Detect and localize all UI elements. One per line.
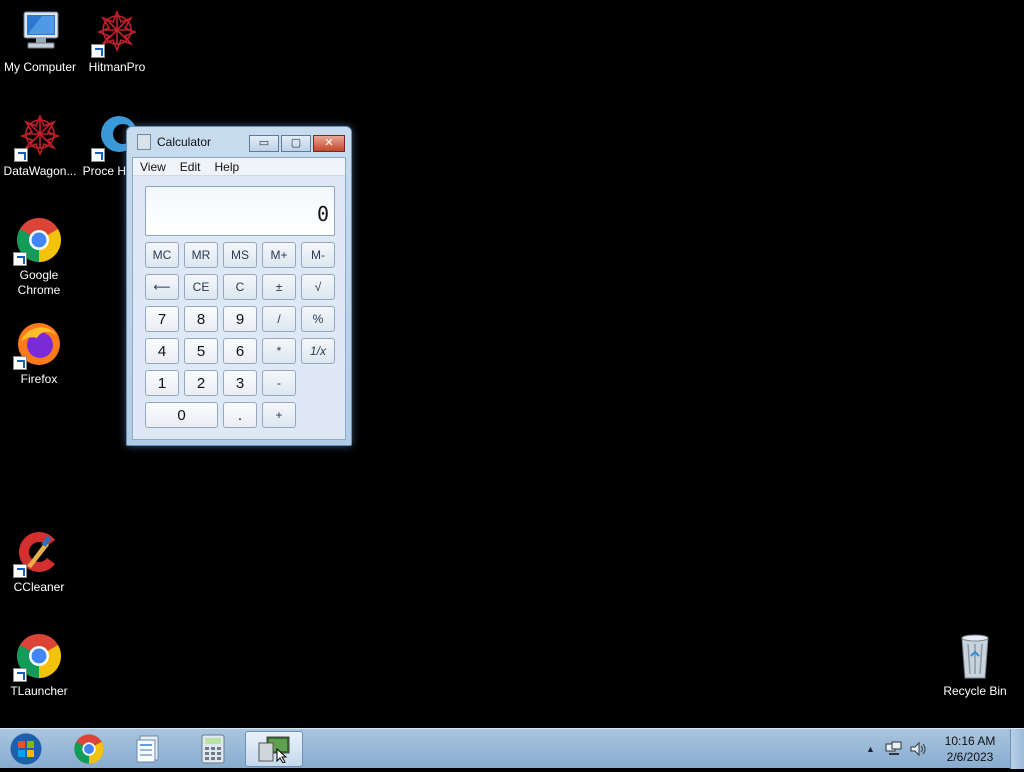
- shortcut-arrow-icon: [13, 668, 27, 682]
- plus-minus-button[interactable]: ±: [262, 274, 296, 300]
- recycle-bin-icon: [951, 632, 999, 680]
- desktop-icon-datawagon[interactable]: DataWagon...: [0, 112, 80, 179]
- desktop-icon-label: Google Chrome: [17, 268, 61, 297]
- clock[interactable]: 10:16 AM 2/6/2023: [940, 733, 1000, 765]
- taskbar-remote-desktop[interactable]: [245, 731, 303, 767]
- shortcut-arrow-icon: [91, 44, 105, 58]
- shortcut-arrow-icon: [14, 148, 28, 162]
- digit-9-button[interactable]: 9: [223, 306, 257, 332]
- shortcut-arrow-icon: [91, 148, 105, 162]
- window-controls: ▭ ▢ ✕: [247, 135, 345, 152]
- documents-icon: [136, 735, 159, 763]
- reciprocal-button[interactable]: 1/x: [301, 338, 335, 364]
- chrome-icon: [13, 632, 63, 682]
- desktop-icon-label: TLauncher: [10, 684, 68, 698]
- system-tray: ▲: [866, 729, 927, 769]
- chrome-icon: [13, 216, 63, 266]
- clock-date: 2/6/2023: [946, 750, 994, 764]
- computer-icon: [16, 8, 64, 56]
- divide-button[interactable]: /: [262, 306, 296, 332]
- windows-orb-icon: [9, 732, 43, 766]
- add-button[interactable]: +: [262, 402, 296, 428]
- display-value: 0: [316, 202, 329, 226]
- desktop-icon-label: My Computer: [3, 60, 77, 74]
- menu-bar: View Edit Help: [133, 158, 345, 176]
- menu-view[interactable]: View: [133, 158, 173, 175]
- desktop-icon-hitmanpro[interactable]: HitmanPro: [77, 8, 157, 75]
- calculator-app-icon: [137, 134, 151, 150]
- digit-3-button[interactable]: 3: [223, 370, 257, 396]
- digit-6-button[interactable]: 6: [223, 338, 257, 364]
- calculator-body: View Edit Help 0 MC MR MS M+ M- ⟵ CE C ±…: [132, 157, 346, 440]
- remote-desktop-icon: [258, 736, 290, 763]
- chrome-icon: [74, 734, 104, 764]
- sqrt-button[interactable]: √: [301, 274, 335, 300]
- m-plus-button[interactable]: M+: [262, 242, 296, 268]
- desktop-icon-firefox[interactable]: Firefox: [0, 320, 79, 387]
- desktop-icon-label: Firefox: [20, 372, 58, 386]
- percent-button[interactable]: %: [301, 306, 335, 332]
- m-minus-button[interactable]: M-: [301, 242, 335, 268]
- digit-5-button[interactable]: 5: [184, 338, 218, 364]
- shortcut-arrow-icon: [13, 252, 27, 266]
- datawagon-icon: [14, 112, 64, 162]
- desktop-icon-google-chrome[interactable]: Google Chrome: [0, 216, 79, 298]
- clear-button[interactable]: C: [223, 274, 257, 300]
- hitmanpro-icon: [91, 8, 141, 58]
- digit-2-button[interactable]: 2: [184, 370, 218, 396]
- taskbar-file-explorer[interactable]: [120, 731, 178, 767]
- taskbar-calculator[interactable]: [184, 731, 242, 767]
- subtract-button[interactable]: -: [262, 370, 296, 396]
- network-icon[interactable]: [885, 741, 903, 757]
- desktop-icon-my-computer[interactable]: My Computer: [0, 8, 80, 75]
- calculator-icon: [201, 734, 225, 764]
- desktop: My Computer HitmanPro DataWagon... Proce…: [0, 0, 1024, 728]
- menu-help[interactable]: Help: [207, 158, 246, 175]
- start-button[interactable]: [6, 731, 46, 767]
- mc-button[interactable]: MC: [145, 242, 179, 268]
- digit-4-button[interactable]: 4: [145, 338, 179, 364]
- desktop-icon-label: Recycle Bin: [943, 684, 1007, 698]
- decimal-button[interactable]: .: [223, 402, 257, 428]
- taskbar-chrome[interactable]: [60, 731, 118, 767]
- calculator-window[interactable]: Calculator ▭ ▢ ✕ View Edit Help 0 MC MR …: [126, 126, 352, 446]
- close-button[interactable]: ✕: [313, 135, 345, 152]
- shortcut-arrow-icon: [13, 564, 27, 578]
- shortcut-arrow-icon: [13, 356, 27, 370]
- mr-button[interactable]: MR: [184, 242, 218, 268]
- desktop-icon-ccleaner[interactable]: CCleaner: [0, 528, 79, 595]
- digit-0-button[interactable]: 0: [145, 402, 218, 428]
- volume-icon[interactable]: [909, 741, 927, 757]
- calculator-display: 0: [145, 186, 335, 236]
- maximize-button[interactable]: ▢: [281, 135, 311, 152]
- digit-8-button[interactable]: 8: [184, 306, 218, 332]
- clear-entry-button[interactable]: CE: [184, 274, 218, 300]
- desktop-icon-tlauncher[interactable]: TLauncher: [0, 632, 79, 699]
- clock-time: 10:16 AM: [944, 734, 996, 748]
- menu-edit[interactable]: Edit: [173, 158, 208, 175]
- window-title: Calculator: [157, 135, 212, 149]
- ccleaner-icon: [13, 528, 63, 578]
- ms-button[interactable]: MS: [223, 242, 257, 268]
- digit-7-button[interactable]: 7: [145, 306, 179, 332]
- desktop-icon-label: CCleaner: [13, 580, 65, 594]
- backspace-button[interactable]: ⟵: [145, 274, 179, 300]
- show-hidden-icons-button[interactable]: ▲: [866, 744, 875, 754]
- desktop-icon-label: DataWagon...: [3, 164, 77, 178]
- show-desktop-button[interactable]: [1010, 729, 1024, 769]
- firefox-icon: [13, 320, 63, 370]
- multiply-button[interactable]: *: [262, 338, 296, 364]
- minimize-button[interactable]: ▭: [249, 135, 279, 152]
- desktop-icon-recycle-bin[interactable]: Recycle Bin: [935, 632, 1015, 699]
- taskbar: ▲ 10:16 AM 2/6/2023: [0, 728, 1024, 769]
- digit-1-button[interactable]: 1: [145, 370, 179, 396]
- desktop-icon-label: HitmanPro: [88, 60, 146, 74]
